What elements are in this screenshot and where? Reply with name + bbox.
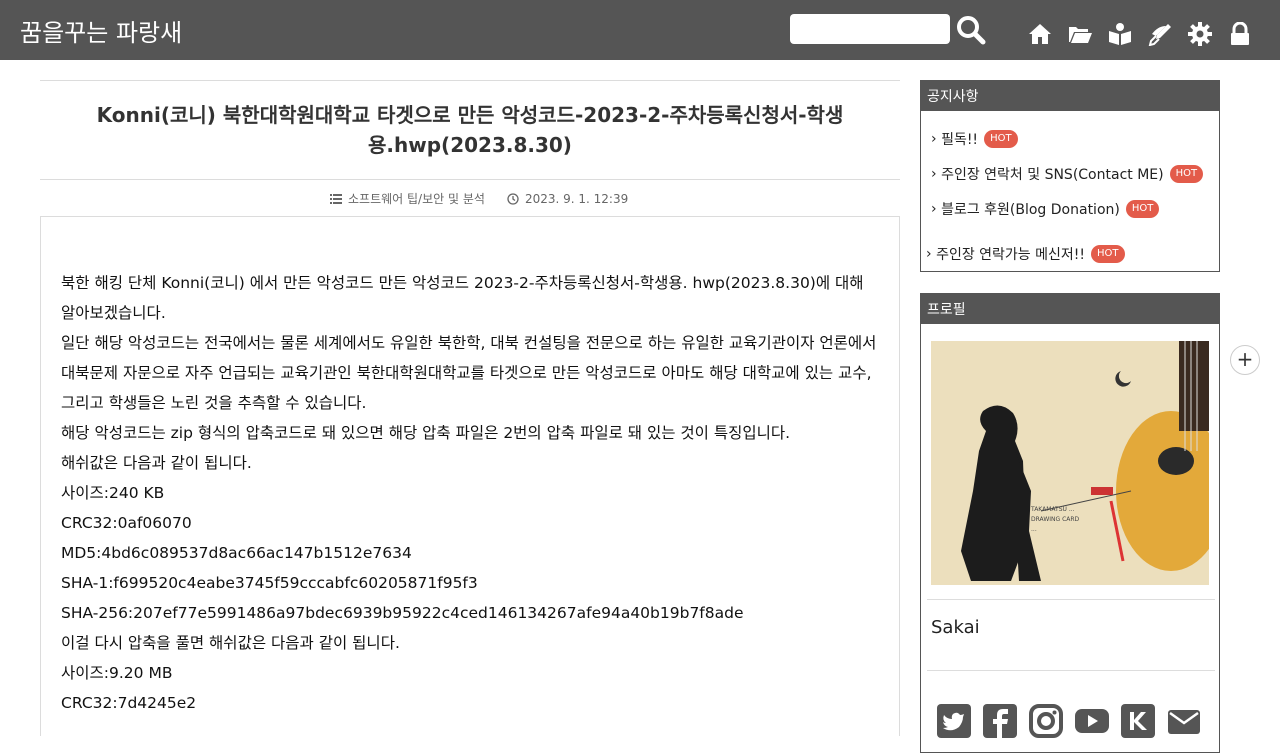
expand-button[interactable]: + (1230, 345, 1260, 375)
title-top-rule (40, 80, 900, 81)
hot-badge: HOT (1169, 165, 1204, 183)
profile-widget-title: 프로필 (921, 294, 1219, 324)
post-meta: 소프트웨어 팁/보안 및 분석 2023. 9. 1. 12:39 (330, 190, 628, 207)
paragraph: 사이즈:240 KB (61, 484, 165, 502)
notice-item[interactable]: › 블로그 후원(Blog Donation) HOT (931, 199, 1160, 219)
svg-text:TAKAMATSU ...: TAKAMATSU ... (1030, 506, 1075, 513)
guestbook-icon[interactable] (1108, 22, 1132, 46)
paragraph: SHA-256:207ef77e5991486a97bdec6939b95922… (61, 604, 744, 622)
clock-icon (507, 192, 519, 205)
post-body: 북한 해킹 단체 Konni(코니) 에서 만든 악성코드 만든 악성코드 20… (61, 268, 881, 718)
gear-icon[interactable] (1188, 22, 1212, 46)
site-title[interactable]: 꿈을꾸는 파랑새 (20, 13, 182, 48)
paragraph: 북한 해킹 단체 Konni(코니) 에서 만든 악성코드 만든 악성코드 20… (61, 274, 864, 322)
paragraph: 해당 악성코드는 zip 형식의 압축코드로 돼 있으면 해당 압축 파일은 2… (61, 424, 791, 442)
title-bottom-rule (40, 179, 900, 180)
hot-badge: HOT (1091, 245, 1125, 263)
instagram-icon[interactable] (1029, 704, 1063, 738)
notice-item[interactable]: › 주인장 연락처 및 SNS(Contact ME) HOT (931, 164, 1204, 184)
top-bar: 꿈을꾸는 파랑새 (0, 0, 1280, 60)
profile-rule-bottom (927, 670, 1215, 671)
facebook-icon[interactable] (983, 704, 1017, 738)
folder-icon[interactable] (1068, 22, 1092, 46)
paragraph: 일단 해당 악성코드는 전국에서는 물론 세계에서도 유일한 북한학, 대북 컨… (61, 334, 877, 412)
search-input[interactable] (790, 14, 950, 44)
hot-badge: HOT (1125, 200, 1160, 218)
search-icon[interactable] (955, 14, 987, 46)
twitter-icon[interactable] (937, 704, 971, 738)
profile-name: Sakai (931, 617, 980, 638)
paragraph: 이걸 다시 압축을 풀면 해쉬값은 다음과 같이 됩니다. (61, 634, 400, 652)
youtube-icon[interactable] (1075, 704, 1109, 738)
paragraph: CRC32:7d4245e2 (61, 694, 197, 712)
post-title: Konni(코니) 북한대학원대학교 타겟으로 만든 악성코드-2023-2-주… (96, 103, 844, 157)
email-icon[interactable] (1167, 704, 1201, 738)
home-icon[interactable] (1028, 22, 1052, 46)
profile-image: TAKAMATSU ... DRAWING CARD ... (931, 341, 1209, 585)
vk-icon[interactable] (1121, 704, 1155, 738)
svg-text:...: ... (1031, 526, 1037, 533)
paragraph: CRC32:0af06070 (61, 514, 192, 532)
post-category[interactable]: 소프트웨어 팁/보안 및 분석 (348, 190, 485, 207)
notice-widget: 공지사항 › 필독!! HOT › 주인장 연락처 및 SNS(Contact … (920, 80, 1220, 272)
paragraph: MD5:4bd6c089537d8ac66ac147b1512e7634 (61, 544, 412, 562)
svg-text:DRAWING CARD: DRAWING CARD (1031, 516, 1080, 523)
profile-rule-top (927, 599, 1215, 600)
profile-widget: 프로필 TAKAMATSU ... DRAWING CARD ... Sakai (920, 293, 1220, 753)
notice-item[interactable]: › 필독!! HOT (931, 129, 1018, 149)
notice-item[interactable]: › 주인장 연락가능 메신저!! HOT (926, 244, 1125, 264)
paragraph: SHA-1:f699520c4eabe3745f59cccabfc6020587… (61, 574, 478, 592)
paragraph: 해쉬값은 다음과 같이 됩니다. (61, 454, 252, 472)
hot-badge: HOT (984, 130, 1018, 148)
post-date: 2023. 9. 1. 12:39 (524, 191, 629, 206)
notice-widget-title: 공지사항 (921, 81, 1219, 111)
list-icon (330, 193, 342, 204)
write-icon[interactable] (1148, 22, 1172, 46)
lock-icon[interactable] (1228, 22, 1252, 46)
paragraph: 사이즈:9.20 MB (61, 664, 173, 682)
